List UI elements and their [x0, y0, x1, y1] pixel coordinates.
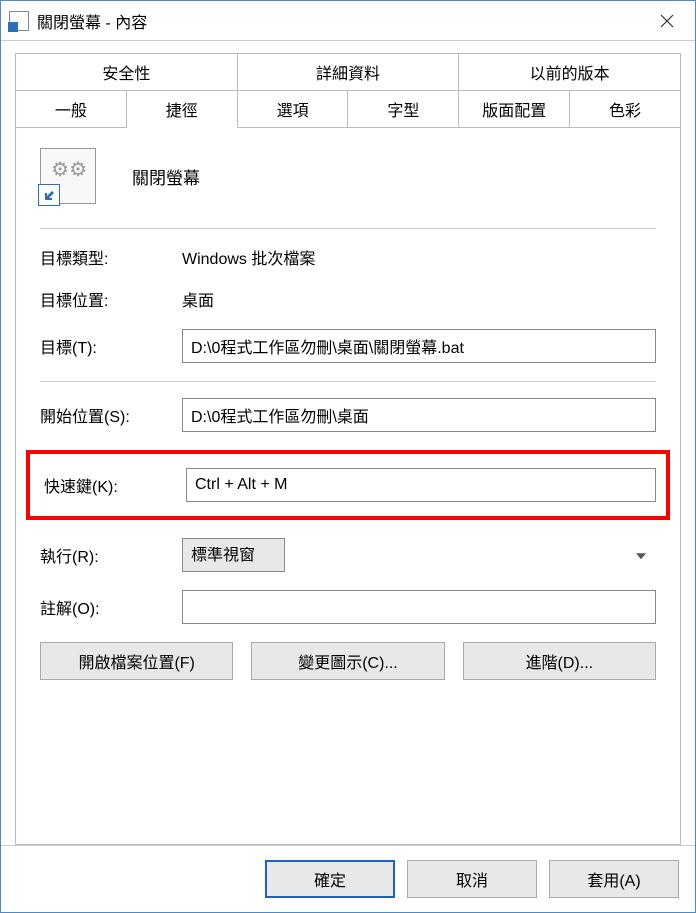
- tab-details[interactable]: 詳細資料: [238, 53, 460, 90]
- window-title: 關閉螢幕 - 內容: [37, 9, 639, 33]
- shortcut-key-row: 快速鍵(K):: [40, 468, 656, 502]
- titlebar: 關閉螢幕 - 內容: [1, 1, 695, 41]
- run-label: 執行(R):: [40, 543, 182, 567]
- tab-previous-versions[interactable]: 以前的版本: [459, 53, 681, 90]
- gears-icon: ⚙⚙: [51, 157, 87, 182]
- close-button[interactable]: [639, 1, 695, 41]
- comment-input[interactable]: [182, 590, 656, 624]
- tab-options[interactable]: 選項: [238, 90, 349, 128]
- tabs-row-2: 一般 捷徑 選項 字型 版面配置 色彩: [15, 90, 681, 128]
- comment-label: 註解(O):: [40, 595, 182, 619]
- run-select-wrap: 標準視窗: [182, 538, 656, 572]
- run-select[interactable]: 標準視窗: [182, 538, 285, 572]
- tab-layout[interactable]: 版面配置: [459, 90, 570, 128]
- shortcut-key-highlight: 快速鍵(K):: [26, 450, 670, 520]
- close-icon: [660, 14, 674, 28]
- shortcut-arrow-icon: [38, 184, 60, 206]
- target-location-row: 目標位置: 桌面: [40, 287, 656, 311]
- target-type-row: 目標類型: Windows 批次檔案: [40, 245, 656, 269]
- shortcut-header: ⚙⚙ 關閉螢幕: [40, 148, 656, 222]
- comment-row: 註解(O):: [40, 590, 656, 624]
- content-area: 安全性 詳細資料 以前的版本 一般 捷徑 選項 字型 版面配置 色彩 ⚙⚙ 關閉…: [1, 41, 695, 845]
- start-in-row: 開始位置(S):: [40, 398, 656, 432]
- open-file-location-button[interactable]: 開啟檔案位置(F): [40, 642, 233, 680]
- properties-dialog: 關閉螢幕 - 內容 安全性 詳細資料 以前的版本 一般 捷徑 選項 字型 版面配…: [0, 0, 696, 913]
- target-location-value: 桌面: [182, 287, 656, 311]
- run-row: 執行(R): 標準視窗: [40, 538, 656, 572]
- apply-button[interactable]: 套用(A): [549, 860, 679, 898]
- start-in-label: 開始位置(S):: [40, 403, 182, 427]
- dialog-footer: 確定 取消 套用(A): [1, 845, 695, 912]
- separator: [40, 381, 656, 382]
- cancel-button[interactable]: 取消: [407, 860, 537, 898]
- shortcut-buttons-row: 開啟檔案位置(F) 變更圖示(C)... 進階(D)...: [40, 642, 656, 680]
- advanced-button[interactable]: 進階(D)...: [463, 642, 656, 680]
- tab-shortcut[interactable]: 捷徑: [127, 90, 238, 128]
- tab-font[interactable]: 字型: [348, 90, 459, 128]
- target-row: 目標(T):: [40, 329, 656, 363]
- ok-button[interactable]: 確定: [265, 860, 395, 898]
- separator: [40, 228, 656, 229]
- target-type-value: Windows 批次檔案: [182, 245, 656, 269]
- target-type-label: 目標類型:: [40, 245, 182, 269]
- tab-colors[interactable]: 色彩: [570, 90, 681, 128]
- change-icon-button[interactable]: 變更圖示(C)...: [251, 642, 444, 680]
- tabs-row-1: 安全性 詳細資料 以前的版本: [15, 53, 681, 90]
- shortcut-key-input[interactable]: [186, 468, 656, 502]
- target-label: 目標(T):: [40, 334, 182, 358]
- shortcut-key-label: 快速鍵(K):: [40, 473, 186, 497]
- shortcut-icon: ⚙⚙: [40, 148, 96, 204]
- shortcut-file-icon: [9, 11, 29, 31]
- tab-general[interactable]: 一般: [15, 90, 127, 128]
- shortcut-name: 關閉螢幕: [132, 164, 200, 189]
- target-input[interactable]: [182, 329, 656, 363]
- start-in-input[interactable]: [182, 398, 656, 432]
- target-location-label: 目標位置:: [40, 287, 182, 311]
- shortcut-tab-panel: ⚙⚙ 關閉螢幕 目標類型: Windows 批次檔案 目標位置: 桌面 目標(T…: [15, 128, 681, 845]
- tab-security[interactable]: 安全性: [15, 53, 238, 90]
